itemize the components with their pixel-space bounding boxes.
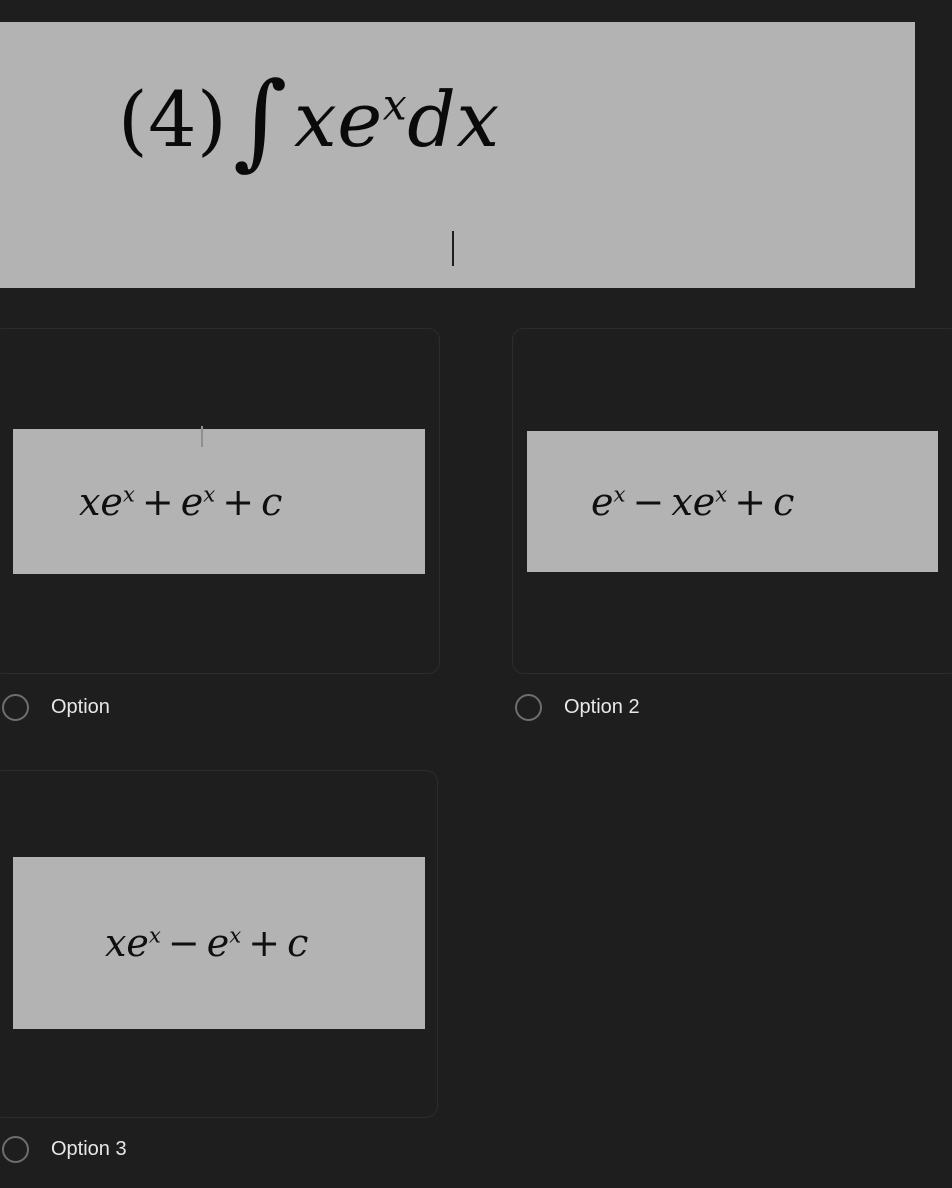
text-caret [452, 231, 454, 266]
constant: c [287, 921, 309, 965]
term2-exponent: x [715, 481, 728, 507]
term1-base: xe [79, 479, 123, 524]
integrand-base: xe [293, 75, 383, 164]
operator-2: + [222, 479, 255, 524]
term2-base: e [180, 479, 204, 524]
term1-base: e [591, 479, 614, 524]
question-number: (4) [118, 75, 228, 164]
option-3-label: Option 3 [51, 1138, 127, 1160]
operator-2: + [248, 921, 281, 965]
operator-1: − [167, 921, 200, 965]
option-2-label: Option 2 [564, 696, 640, 718]
term2-exponent: x [203, 481, 216, 507]
term2-exponent: x [229, 923, 242, 949]
term1-exponent: x [613, 481, 626, 507]
integral-icon: ∫ [233, 59, 288, 181]
differential: dx [407, 75, 500, 164]
option-1-caret [201, 426, 203, 447]
option-1-radio-row[interactable]: Option [2, 694, 110, 721]
option-3-formula: xex − ex + c [105, 924, 308, 962]
term1-base: xe [105, 921, 149, 965]
option-2-radio-row[interactable]: Option 2 [515, 694, 640, 721]
option-2-formula: ex − xex + c [591, 483, 794, 521]
radio-button-option-3[interactable] [2, 1136, 29, 1163]
option-1-formula: xex + ex + c [79, 483, 282, 521]
question-formula: (4)∫xexdx [118, 68, 500, 172]
option-2-formula-image[interactable]: ex − xex + c [527, 431, 938, 572]
question-region: (4)∫xexdx [0, 0, 952, 300]
option-1-formula-image[interactable]: xex + ex + c [13, 429, 425, 574]
constant: c [773, 479, 795, 524]
option-3-radio-row[interactable]: Option 3 [2, 1136, 127, 1163]
term2-base: e [206, 921, 230, 965]
operator-2: + [734, 479, 767, 524]
option-3-formula-image[interactable]: xex − ex + c [13, 857, 425, 1029]
term1-exponent: x [122, 481, 135, 507]
radio-button-option-2[interactable] [515, 694, 542, 721]
radio-button-option-1[interactable] [2, 694, 29, 721]
question-image[interactable]: (4)∫xexdx [0, 22, 915, 288]
constant: c [261, 479, 283, 524]
option-1-label: Option [51, 696, 110, 718]
term2-base: xe [671, 479, 716, 524]
term1-exponent: x [148, 923, 161, 949]
operator-1: + [141, 479, 174, 524]
integrand-exponent: x [382, 80, 408, 131]
operator-1: − [632, 479, 665, 524]
